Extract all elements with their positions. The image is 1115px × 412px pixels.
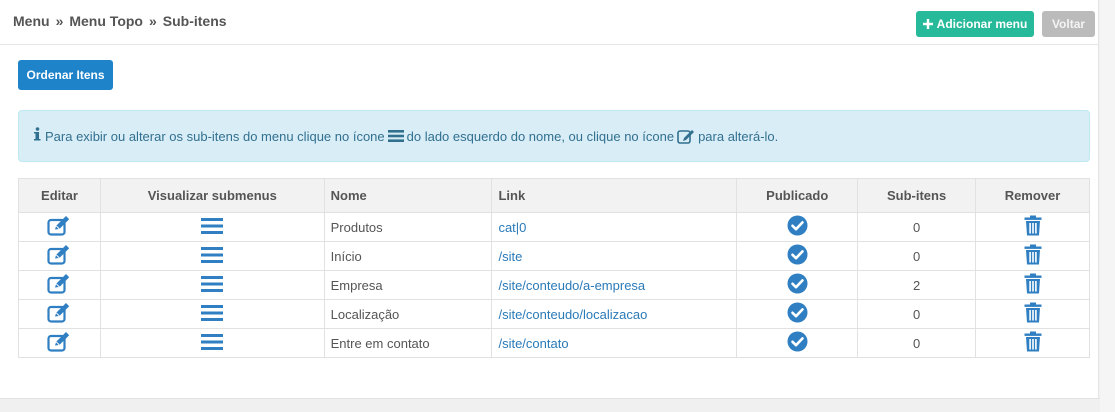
plus-icon: [922, 17, 933, 32]
published-cell: [736, 328, 859, 358]
table-row: Localização/site/conteudo/localizacao 0: [18, 299, 1090, 329]
header-nome: Nome: [323, 178, 493, 213]
row-subitems-count: 0: [857, 241, 977, 271]
top-bar: Menu » Menu Topo » Sub-itens Adicionar m…: [0, 0, 1099, 45]
row-subitems-count: 0: [857, 299, 977, 329]
edit-icon: [677, 129, 695, 144]
remove-cell: [975, 241, 1090, 271]
info-icon: [33, 127, 41, 145]
row-name: Empresa: [323, 270, 493, 300]
breadcrumb-separator: »: [55, 13, 64, 29]
trash-icon[interactable]: [1024, 331, 1042, 355]
edit-icon[interactable]: [47, 302, 71, 326]
edit-icon[interactable]: [47, 331, 71, 355]
published-cell: [736, 212, 859, 242]
header-visualizar-submenus: Visualizar submenus: [99, 178, 325, 213]
add-menu-button[interactable]: Adicionar menu: [916, 11, 1034, 37]
row-subitems-count: 2: [857, 270, 977, 300]
edit-cell: [18, 270, 101, 300]
row-name: Entre em contato: [323, 328, 493, 358]
row-link[interactable]: /site/contato: [491, 328, 738, 358]
table-row: Produtos cat|0 0: [18, 212, 1090, 242]
edit-cell: [18, 328, 101, 358]
header-remover: Remover: [975, 178, 1090, 213]
info-alert: Para exibir ou alterar os sub-itens do m…: [18, 110, 1090, 162]
check-circle-icon[interactable]: [787, 244, 808, 268]
edit-cell: [18, 299, 101, 329]
row-name: Produtos: [323, 212, 493, 242]
edit-icon[interactable]: [47, 215, 71, 239]
submenu-cell: [99, 241, 325, 271]
main-panel: Menu » Menu Topo » Sub-itens Adicionar m…: [0, 0, 1099, 398]
remove-cell: [975, 212, 1090, 242]
add-menu-label: Adicionar menu: [936, 17, 1028, 31]
trash-icon[interactable]: [1024, 244, 1042, 268]
check-circle-icon[interactable]: [787, 302, 808, 326]
row-link[interactable]: /site/conteudo/localizacao: [491, 299, 738, 329]
submenu-cell: [99, 270, 325, 300]
trash-icon[interactable]: [1024, 215, 1042, 239]
edit-icon[interactable]: [47, 244, 71, 268]
published-cell: [736, 241, 859, 271]
alert-text-part2: do lado esquerdo do nome, ou clique no í…: [406, 128, 675, 144]
row-subitems-count: 0: [857, 212, 977, 242]
breadcrumb: Menu » Menu Topo » Sub-itens: [13, 13, 227, 29]
table-header-row: Editar Visualizar submenus Nome Link Pub…: [18, 178, 1090, 213]
bars-icon[interactable]: [201, 304, 224, 325]
edit-cell: [18, 241, 101, 271]
check-circle-icon[interactable]: [787, 215, 808, 239]
check-circle-icon[interactable]: [787, 331, 808, 355]
table-row: Início/site 0: [18, 241, 1090, 271]
edit-icon[interactable]: [47, 273, 71, 297]
breadcrumb-item-menu[interactable]: Menu: [13, 13, 50, 29]
remove-cell: [975, 328, 1090, 358]
bottom-strip: [0, 398, 1100, 412]
row-link[interactable]: /site: [491, 241, 738, 271]
header-sub-itens: Sub-itens: [857, 178, 977, 213]
row-link[interactable]: /site/conteudo/a-empresa: [491, 270, 738, 300]
header-publicado: Publicado: [736, 178, 859, 213]
scrollbar[interactable]: [1100, 0, 1115, 412]
remove-cell: [975, 270, 1090, 300]
edit-cell: [18, 212, 101, 242]
table-row: Empresa/site/conteudo/a-empresa 2: [18, 270, 1090, 300]
bars-icon[interactable]: [201, 246, 224, 267]
bars-icon[interactable]: [201, 275, 224, 296]
submenu-cell: [99, 212, 325, 242]
check-circle-icon[interactable]: [787, 273, 808, 297]
alert-text-part3: para alterá-lo.: [698, 128, 779, 144]
row-link[interactable]: cat|0: [491, 212, 738, 242]
published-cell: [736, 299, 859, 329]
submenu-cell: [99, 299, 325, 329]
breadcrumb-item-menu-topo[interactable]: Menu Topo: [69, 13, 143, 29]
order-items-button[interactable]: Ordenar Itens: [18, 60, 113, 90]
subitems-table: Editar Visualizar submenus Nome Link Pub…: [18, 178, 1090, 358]
header-link: Link: [491, 178, 738, 213]
published-cell: [736, 270, 859, 300]
trash-icon[interactable]: [1024, 273, 1042, 297]
table-row: Entre em contato/site/contato 0: [18, 328, 1090, 358]
bars-icon[interactable]: [201, 333, 224, 354]
row-subitems-count: 0: [857, 328, 977, 358]
trash-icon[interactable]: [1024, 302, 1042, 326]
header-editar: Editar: [18, 178, 101, 213]
submenu-cell: [99, 328, 325, 358]
row-name: Início: [323, 241, 493, 271]
remove-cell: [975, 299, 1090, 329]
breadcrumb-separator: »: [148, 13, 157, 29]
alert-text-part1: Para exibir ou alterar os sub-itens do m…: [45, 128, 385, 144]
row-name: Localização: [323, 299, 493, 329]
back-button[interactable]: Voltar: [1042, 11, 1095, 37]
bars-icon: [387, 129, 404, 143]
bars-icon[interactable]: [201, 217, 224, 238]
breadcrumb-item-sub-itens: Sub-itens: [162, 13, 227, 29]
